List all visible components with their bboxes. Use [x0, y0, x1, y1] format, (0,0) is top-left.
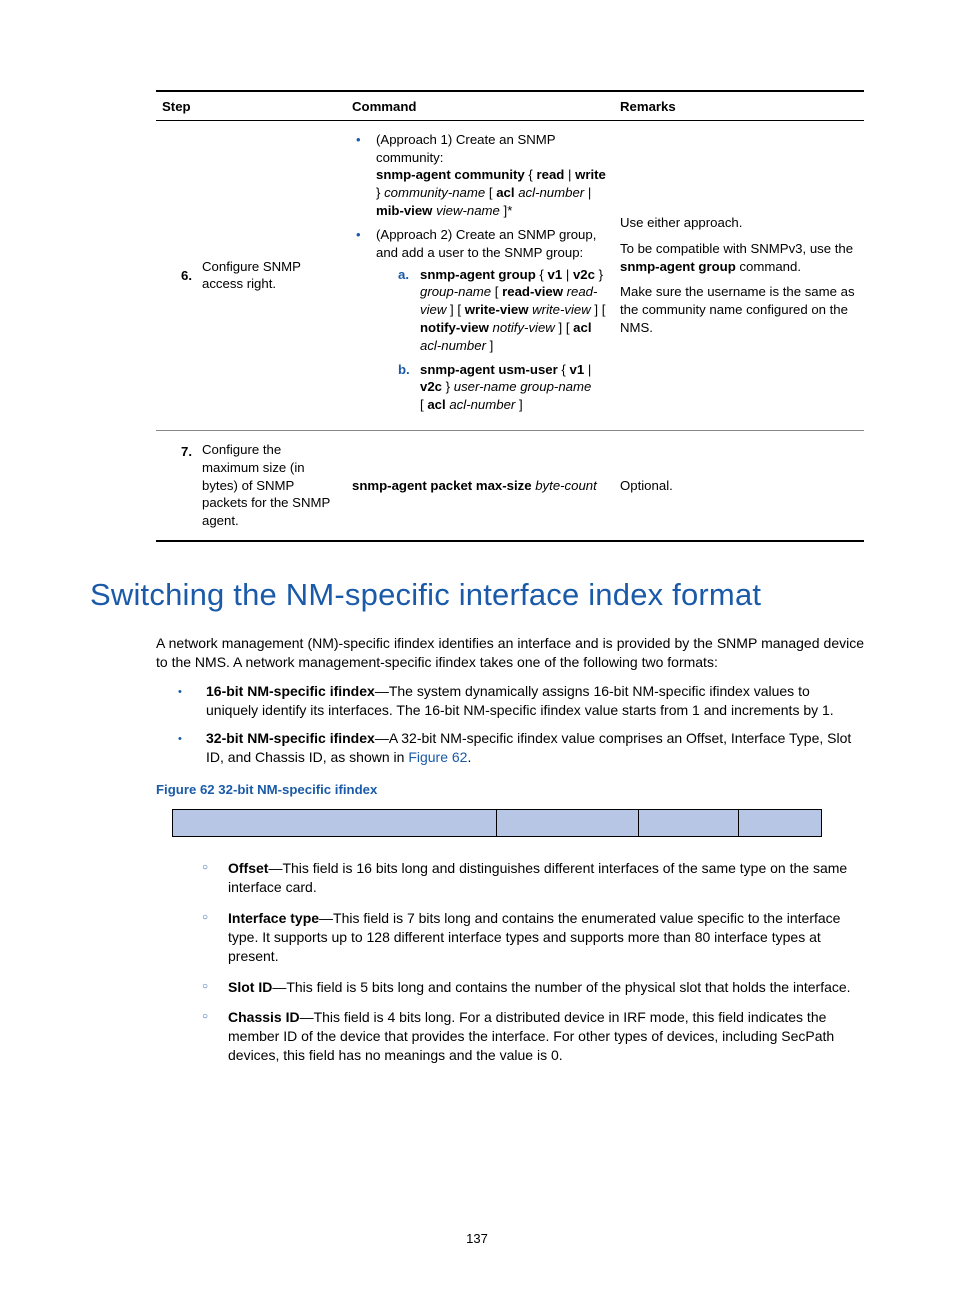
figure-caption: Figure 62 32-bit NM-specific ifindex [156, 781, 864, 799]
segment-interface-type [497, 810, 639, 836]
ifindex-format-list: 16-bit NM-specific ifindex—The system dy… [156, 682, 864, 768]
figure-link[interactable]: Figure 62 [408, 749, 467, 765]
page: Step Command Remarks 6. Configure SNMP a… [0, 0, 954, 1296]
step-command: (Approach 1) Create an SNMP community: s… [346, 120, 614, 430]
figure-62-ifindex-layout [172, 809, 822, 837]
segment-chassis-id [739, 810, 821, 836]
page-number: 137 [0, 1230, 954, 1248]
step-remarks: Optional. [614, 431, 864, 542]
config-steps-table: Step Command Remarks 6. Configure SNMP a… [156, 90, 864, 542]
table-row: 6. Configure SNMP access right. (Approac… [156, 120, 864, 430]
substep-a: a. snmp-agent group { v1 | v2c } group-n… [398, 266, 608, 355]
segment-slot-id [639, 810, 740, 836]
approach-2: (Approach 2) Create an SNMP group, and a… [354, 226, 608, 414]
col-step: Step [156, 91, 346, 120]
step-command: snmp-agent packet max-size byte-count [346, 431, 614, 542]
intro-paragraph: A network management (NM)-specific ifind… [156, 634, 864, 672]
substep-b: b. snmp-agent usm-user { v1 | v2c } user… [398, 361, 608, 414]
segment-offset [173, 810, 497, 836]
col-remarks: Remarks [614, 91, 864, 120]
list-item: Interface type—This field is 7 bits long… [156, 909, 864, 966]
list-item: Chassis ID—This field is 4 bits long. Fo… [156, 1008, 864, 1065]
approach-1: (Approach 1) Create an SNMP community: s… [354, 131, 608, 220]
step-remarks: Use either approach. To be compatible wi… [614, 120, 864, 430]
step-number: 6. [156, 120, 196, 430]
step-desc: Configure SNMP access right. [196, 120, 346, 430]
list-item: Offset—This field is 16 bits long and di… [156, 859, 864, 897]
list-item: 32-bit NM-specific ifindex—A 32-bit NM-s… [156, 729, 864, 767]
list-item: 16-bit NM-specific ifindex—The system dy… [156, 682, 864, 720]
step-number: 7. [156, 431, 196, 542]
table-header-row: Step Command Remarks [156, 91, 864, 120]
list-item: Slot ID—This field is 5 bits long and co… [156, 978, 864, 997]
table-row: 7. Configure the maximum size (in bytes)… [156, 431, 864, 542]
col-command: Command [346, 91, 614, 120]
step-desc: Configure the maximum size (in bytes) of… [196, 431, 346, 542]
section-heading: Switching the NM-specific interface inde… [90, 574, 864, 616]
field-description-list: Offset—This field is 16 bits long and di… [156, 859, 864, 1065]
